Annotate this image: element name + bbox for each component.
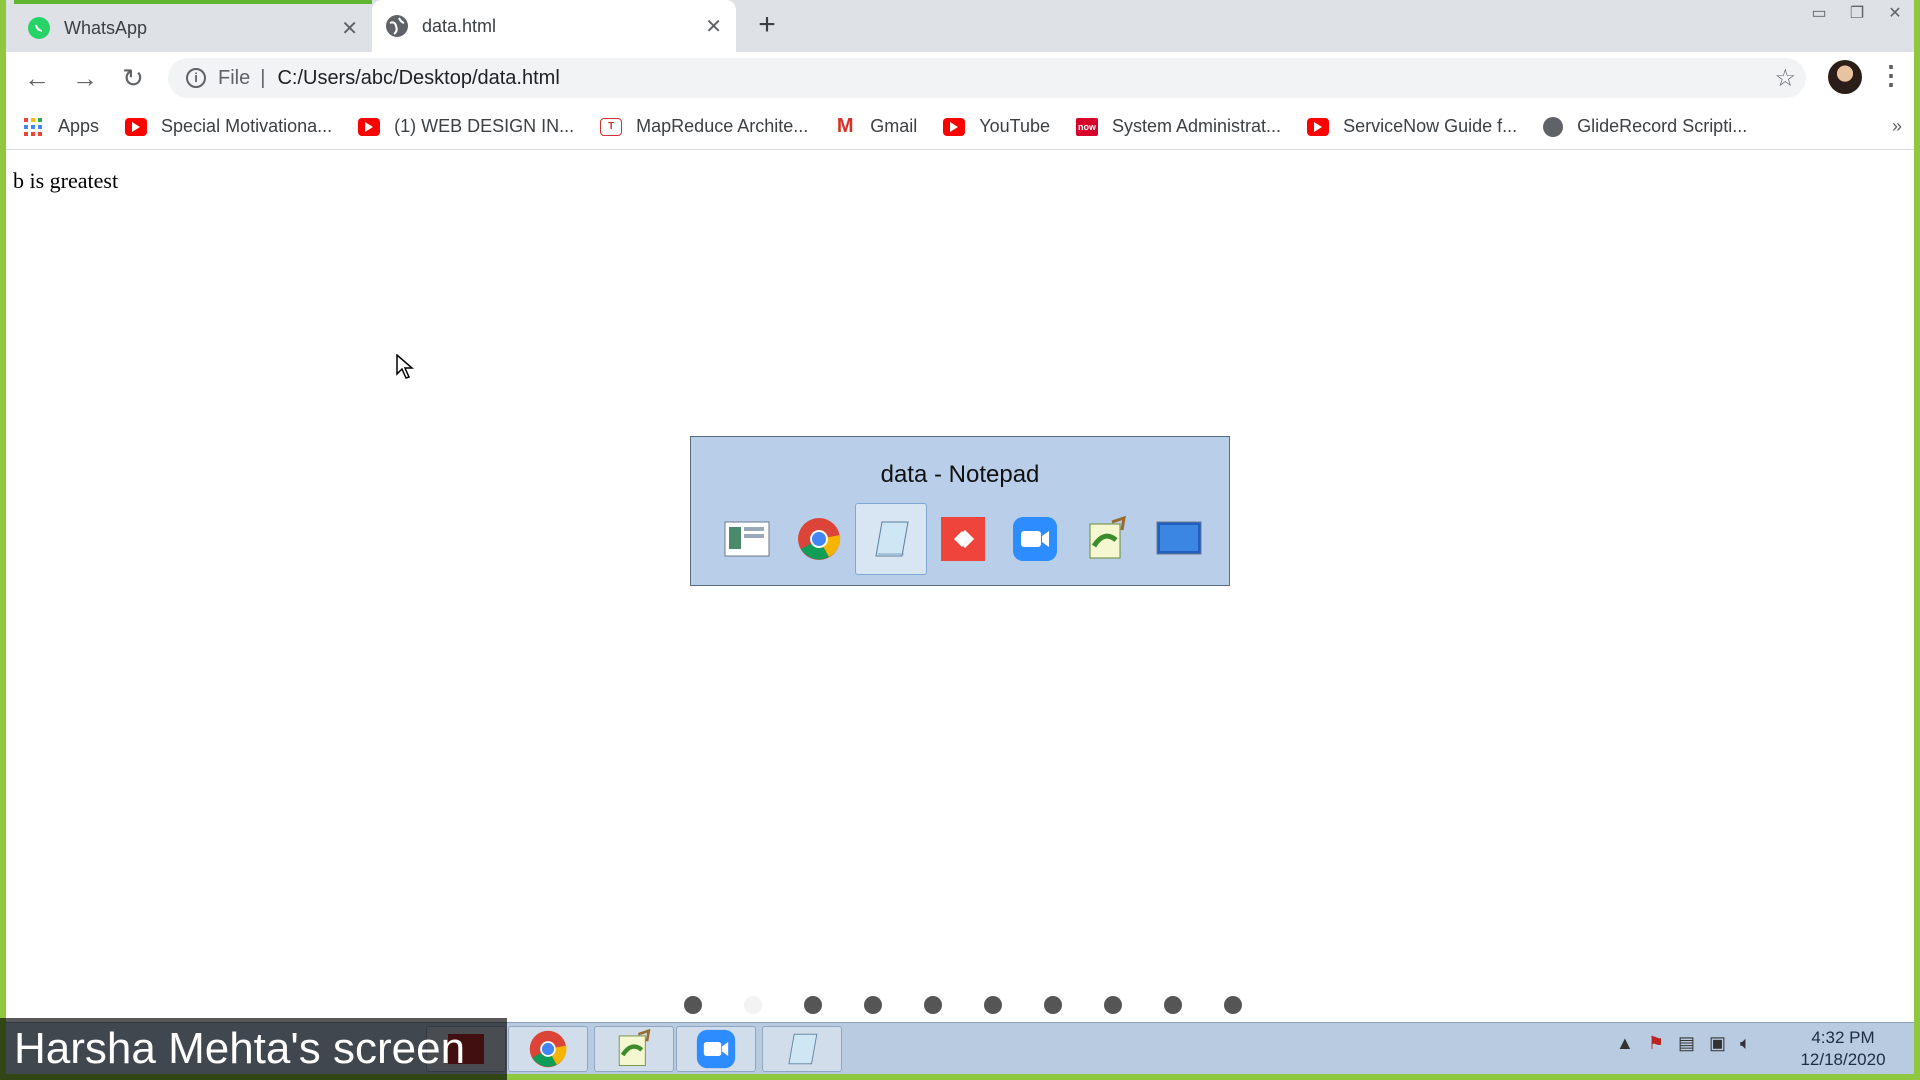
pager-dot-active[interactable] (744, 996, 762, 1014)
browser-window: WhatsApp ✕ data.html ✕ + ▭ ❐ ✕ ← → ↻ i F… (6, 0, 1914, 1074)
youtube-icon (358, 117, 381, 136)
minimize-icon[interactable]: ▭ (1800, 0, 1838, 26)
bookmark-label: Gmail (870, 116, 918, 136)
clock-date: 12/18/2020 (1800, 1050, 1886, 1069)
notepad-plus-icon[interactable] (1071, 503, 1143, 575)
screen-share-label: Harsha Mehta's screen (0, 1018, 507, 1080)
alt-tab-switcher: data - Notepad (690, 436, 1230, 586)
bookmark-label: MapReduce Archite... (636, 116, 809, 136)
system-tray: ▲ ⚑ ▤ ▣ 🔈︎ (1616, 1033, 1751, 1054)
bookmark-special-motivation[interactable]: Special Motivationa... (125, 116, 332, 137)
tray-expand-icon[interactable]: ▲ (1616, 1033, 1634, 1054)
printer-icon[interactable]: ▤ (1678, 1033, 1695, 1054)
globe-icon (386, 15, 408, 37)
bookmark-label: System Administrat... (1112, 116, 1282, 136)
screen-icon[interactable] (1143, 503, 1215, 575)
youtube-icon (125, 117, 148, 136)
bookmark-label: YouTube (979, 116, 1050, 136)
bookmark-label: Apps (58, 116, 100, 136)
taskbar-notepad-icon[interactable] (762, 1026, 842, 1072)
clock-time: 4:32 PM (1811, 1028, 1875, 1047)
notepad-icon[interactable] (855, 503, 927, 575)
globe-icon (1543, 116, 1564, 137)
pager-dot[interactable] (804, 996, 822, 1014)
profile-avatar[interactable] (1828, 60, 1862, 94)
pager-dots (684, 996, 1242, 1014)
bookmark-label: (1) WEB DESIGN IN... (394, 116, 575, 136)
anydesk-icon[interactable] (927, 503, 999, 575)
chrome-icon[interactable] (783, 503, 855, 575)
youtube-icon (943, 117, 966, 136)
bookmark-gliderecord[interactable]: GlideRecord Scripti... (1543, 116, 1747, 137)
window-controls: ▭ ❐ ✕ (1800, 0, 1914, 30)
tab-title: data.html (422, 15, 497, 36)
zoom-icon[interactable] (999, 503, 1071, 575)
back-arrow-icon[interactable]: ← (20, 62, 54, 96)
restore-icon[interactable]: ❐ (1838, 0, 1876, 26)
tab-strip: WhatsApp ✕ data.html ✕ + ▭ ❐ ✕ (6, 0, 1914, 52)
switcher-title: data - Notepad (880, 461, 1040, 488)
page-body-text: b is greatest (13, 168, 119, 193)
url-scheme: File (218, 66, 251, 89)
menu-kebab-icon[interactable]: ⋮ (1878, 60, 1904, 91)
volume-icon[interactable]: 🔈︎ (1740, 1033, 1751, 1054)
switcher-icons (711, 503, 1215, 575)
pager-dot[interactable] (1044, 996, 1062, 1014)
browser-toolbar: ← → ↻ i File | C:/Users/abc/Desktop/data… (6, 52, 1914, 104)
info-icon[interactable]: i (186, 68, 206, 88)
taskbar-zoom-icon[interactable] (676, 1026, 756, 1072)
close-window-icon[interactable]: ✕ (1876, 0, 1914, 26)
taskbar-clock[interactable]: 4:32 PM 12/18/2020 (1788, 1027, 1898, 1071)
tab-data-html[interactable]: data.html ✕ (372, 0, 736, 52)
close-icon[interactable]: ✕ (341, 16, 358, 41)
bookmark-servicenow-guide[interactable]: ServiceNow Guide f... (1307, 116, 1517, 137)
pager-dot[interactable] (684, 996, 702, 1014)
pager-dot[interactable] (924, 996, 942, 1014)
bookmark-label: ServiceNow Guide f... (1343, 116, 1518, 136)
pager-dot[interactable] (1104, 996, 1122, 1014)
bookmark-label: Special Motivationa... (161, 116, 333, 136)
bookmark-web-design[interactable]: (1) WEB DESIGN IN... (358, 116, 574, 137)
action-center-flag-icon[interactable]: ⚑ (1648, 1033, 1664, 1054)
pager-dot[interactable] (984, 996, 1002, 1014)
url-separator: | (260, 66, 266, 89)
bookmark-system-admin[interactable]: now System Administrat... (1076, 116, 1281, 137)
new-tab-button[interactable]: + (750, 10, 784, 44)
apps-grid-icon (22, 117, 44, 136)
address-bar[interactable]: i File | C:/Users/abc/Desktop/data.html … (168, 58, 1806, 98)
servicenow-icon: now (1076, 117, 1098, 136)
bookmark-mapreduce[interactable]: T MapReduce Archite... (600, 116, 808, 137)
whatsapp-icon (28, 17, 50, 39)
desktop-icon[interactable] (711, 503, 783, 575)
taskbar-chrome-icon[interactable] (508, 1026, 588, 1072)
pager-dot[interactable] (864, 996, 882, 1014)
bookmarks-overflow-icon[interactable]: » (1892, 116, 1902, 137)
youtube-icon (1307, 117, 1330, 136)
bookmark-gmail[interactable]: M Gmail (834, 115, 918, 137)
bookmarks-bar: Apps Special Motivationa... (1) WEB DESI… (6, 104, 1914, 150)
taskbar-notepad-plus-icon[interactable] (594, 1026, 674, 1072)
tab-whatsapp[interactable]: WhatsApp ✕ (14, 0, 372, 52)
forward-arrow-icon[interactable]: → (68, 62, 102, 96)
gmail-icon: M (834, 115, 857, 137)
bookmark-star-icon[interactable]: ☆ (1774, 64, 1796, 93)
site-icon: T (600, 117, 623, 136)
network-icon[interactable]: ▣ (1709, 1033, 1726, 1054)
pager-dot[interactable] (1224, 996, 1242, 1014)
tab-title: WhatsApp (64, 17, 148, 38)
bookmark-youtube[interactable]: YouTube (943, 116, 1050, 137)
bookmark-apps[interactable]: Apps (22, 116, 99, 137)
bookmark-label: GlideRecord Scripti... (1577, 116, 1748, 136)
close-icon[interactable]: ✕ (705, 14, 722, 39)
reload-icon[interactable]: ↻ (116, 62, 150, 96)
pager-dot[interactable] (1164, 996, 1182, 1014)
url-text: C:/Users/abc/Desktop/data.html (277, 66, 560, 89)
